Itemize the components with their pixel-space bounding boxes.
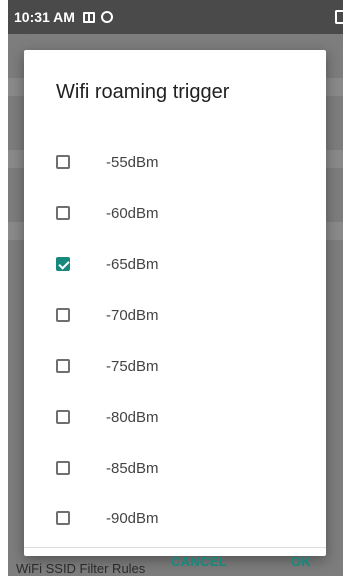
option-row[interactable]: -75dBm [24, 341, 326, 391]
cancel-button[interactable]: CANCEL [171, 554, 227, 569]
checkbox[interactable] [56, 308, 70, 322]
battery-icon [335, 10, 343, 24]
options-list[interactable]: -55dBm -60dBm -65dBm -70dBm -75dBm -80dB… [24, 137, 326, 547]
status-bar: 10:31 AM [8, 0, 343, 34]
status-time: 10:31 AM [14, 9, 75, 25]
option-row[interactable]: -85dBm [24, 443, 326, 493]
option-label: -65dBm [106, 255, 159, 273]
option-row[interactable]: -60dBm [24, 188, 326, 238]
option-row[interactable]: -90dBm [24, 493, 326, 543]
dialog-divider [24, 547, 326, 548]
background-setting-label[interactable]: WiFi SSID Filter Rules [16, 561, 145, 576]
ok-button[interactable]: OK [291, 554, 311, 569]
checkbox-checked[interactable] [56, 257, 70, 271]
checkbox[interactable] [56, 359, 70, 373]
option-label: -80dBm [106, 408, 159, 426]
option-label: -85dBm [106, 459, 159, 477]
option-label: -75dBm [106, 357, 159, 375]
option-label: -90dBm [106, 509, 159, 527]
option-row[interactable]: -65dBm [24, 239, 326, 289]
option-label: -60dBm [106, 204, 159, 222]
checkbox[interactable] [56, 511, 70, 525]
option-row[interactable]: -70dBm [24, 290, 326, 340]
notification-square-icon [82, 11, 95, 23]
app-screen: 10:31 AM WiFi SSID Filter Rules Wifi roa… [8, 0, 343, 576]
sync-circle-icon [100, 11, 113, 23]
option-label: -55dBm [106, 153, 159, 171]
checkbox[interactable] [56, 410, 70, 424]
option-label: -70dBm [106, 306, 159, 324]
checkbox[interactable] [56, 155, 70, 169]
dialog-title: Wifi roaming trigger [56, 81, 230, 103]
roaming-trigger-dialog: Wifi roaming trigger -55dBm -60dBm -65dB… [24, 50, 326, 556]
checkbox[interactable] [56, 461, 70, 475]
option-row[interactable]: -55dBm [24, 137, 326, 187]
option-row[interactable]: -80dBm [24, 392, 326, 442]
checkbox[interactable] [56, 206, 70, 220]
